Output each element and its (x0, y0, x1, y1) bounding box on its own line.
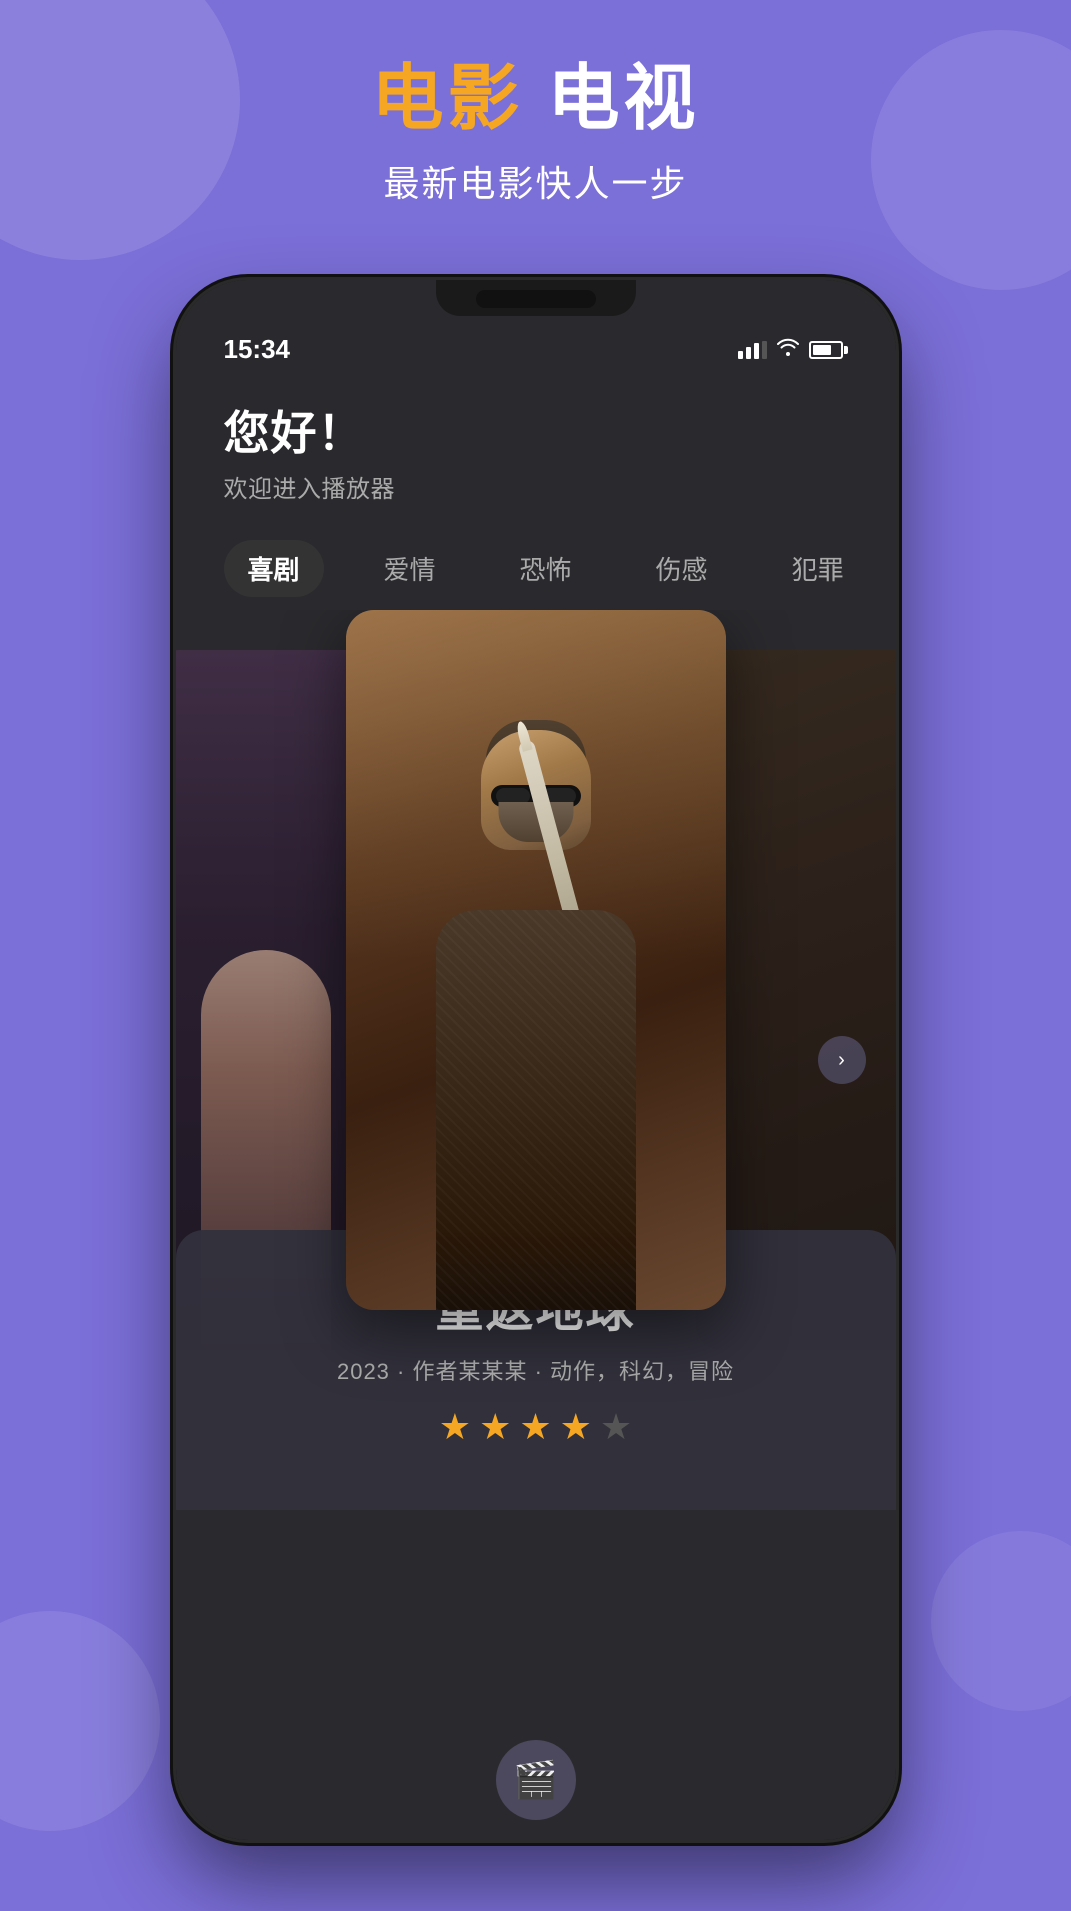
film-icon: 🎬 (513, 1759, 558, 1801)
greeting-subtitle: 欢迎进入播放器 (224, 469, 848, 504)
genre-tab-romance[interactable]: 爱情 (360, 540, 460, 597)
header-area: 电影 电视 最新电影快人一步 (0, 60, 1071, 207)
signal-bar-4 (762, 341, 767, 359)
bottom-nav-button[interactable]: 🎬 (496, 1740, 576, 1820)
status-time: 15:34 (224, 334, 291, 365)
battery-body (809, 341, 843, 359)
star-1: ★ (439, 1406, 471, 1448)
movie-carousel[interactable]: › 重返地球 2023 · 作者某某某 · 动作，科幻，冒险 ★ ★ ★ ★ ★ (176, 610, 896, 1510)
star-4: ★ (560, 1406, 592, 1448)
title-movie: 电影 (371, 59, 523, 139)
phone-screen: 15:34 (176, 280, 896, 1840)
signal-bar-1 (738, 351, 743, 359)
title-tv: 电视 (548, 59, 700, 139)
greeting-title: 您好！ (224, 397, 848, 463)
genre-tab-horror[interactable]: 恐怖 (496, 540, 596, 597)
phone-mockup: 15:34 (176, 280, 896, 1840)
star-2: ★ (479, 1406, 511, 1448)
scroll-right-indicator[interactable]: › (818, 1036, 866, 1084)
genre-tab-crime[interactable]: 犯罪 (768, 540, 868, 597)
signal-bar-2 (746, 347, 751, 359)
genre-tabs: 喜剧 爱情 恐怖 伤感 犯罪 (224, 540, 848, 617)
status-icons (738, 338, 848, 361)
header-subtitle: 最新电影快人一步 (0, 155, 1071, 207)
wifi-icon (777, 338, 799, 361)
genre-tab-comedy[interactable]: 喜剧 (224, 540, 324, 597)
star-rating: ★ ★ ★ ★ ★ (224, 1406, 848, 1448)
signal-bar-3 (754, 343, 759, 359)
signal-icon (738, 341, 767, 359)
bg-decoration-circle-br (931, 1531, 1071, 1711)
battery-fill (813, 345, 831, 355)
header-title: 电影 电视 (0, 60, 1071, 139)
star-5-empty: ★ (600, 1406, 632, 1448)
main-movie-card[interactable] (346, 610, 726, 1310)
app-content-header: 您好！ 欢迎进入播放器 喜剧 爱情 恐怖 伤感 犯罪 (176, 377, 896, 617)
genre-tab-sad[interactable]: 伤感 (632, 540, 732, 597)
battery-tip (844, 346, 848, 354)
battery-icon (809, 341, 848, 359)
phone-frame: 15:34 (176, 280, 896, 1840)
warrior-figure (396, 710, 676, 1310)
star-3: ★ (519, 1406, 551, 1448)
bg-decoration-circle-bl (0, 1611, 160, 1831)
main-card-image (346, 610, 726, 1310)
warrior-armor (436, 910, 636, 1310)
camera-pill (476, 290, 596, 308)
movie-meta: 2023 · 作者某某某 · 动作，科幻，冒险 (224, 1354, 848, 1386)
phone-notch (436, 280, 636, 316)
